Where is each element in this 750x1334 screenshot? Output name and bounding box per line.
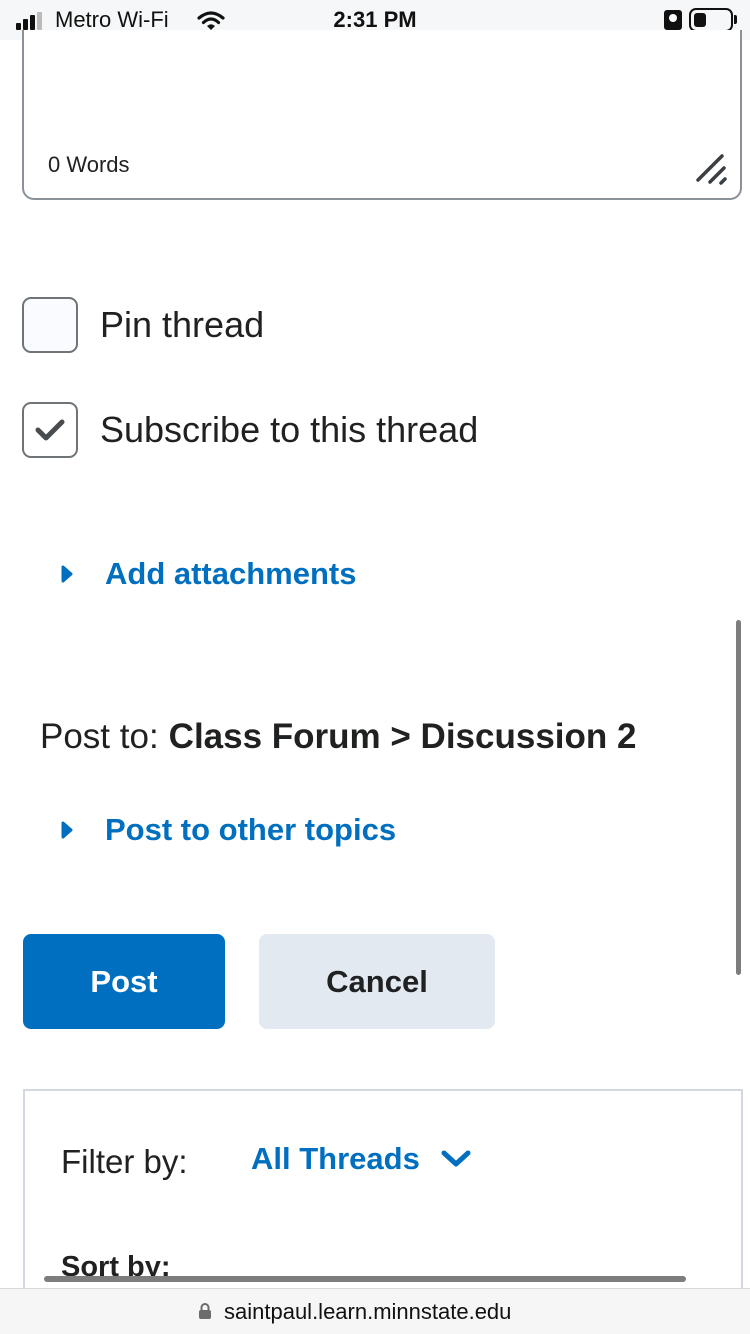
word-count: 0 Words — [48, 152, 130, 177]
pin-thread-label: Pin thread — [100, 304, 265, 345]
add-attachments-link[interactable]: Add attachments — [105, 556, 356, 592]
post-to-other-topics-link[interactable]: Post to other topics — [105, 812, 396, 848]
add-attachments-toggle[interactable]: Add attachments — [60, 556, 356, 592]
vertical-scrollbar[interactable] — [736, 620, 741, 975]
filter-selected-value[interactable]: All Threads — [251, 1141, 420, 1177]
message-editor[interactable]: 0 Words — [22, 30, 742, 200]
checkmark-icon — [35, 419, 65, 441]
subscribe-label: Subscribe to this thread — [100, 409, 479, 450]
post-to-other-topics-toggle[interactable]: Post to other topics — [60, 812, 396, 848]
post-to-destination: Class Forum > Discussion 2 — [168, 717, 637, 756]
subscribe-option[interactable]: Subscribe to this thread — [22, 402, 478, 458]
post-to-line: Post to: Class Forum > Discussion 2 — [40, 717, 636, 757]
post-button[interactable]: Post — [23, 934, 225, 1029]
url-text[interactable]: saintpaul.learn.minnstate.edu — [224, 1299, 511, 1325]
chevron-down-icon[interactable] — [440, 1149, 472, 1169]
cancel-button[interactable]: Cancel — [259, 934, 495, 1029]
filter-dropdown[interactable]: All Threads — [251, 1141, 472, 1177]
filter-label: Filter by: — [61, 1143, 188, 1180]
resize-handle-icon[interactable] — [694, 152, 728, 186]
browser-url-bar[interactable]: saintpaul.learn.minnstate.edu — [0, 1288, 750, 1334]
battery-icon — [689, 8, 733, 32]
battery-cap — [734, 15, 737, 24]
post-to-label: Post to: — [40, 717, 159, 756]
pin-thread-option[interactable]: Pin thread — [22, 297, 264, 353]
caret-right-icon — [61, 821, 73, 839]
caret-right-icon — [61, 565, 73, 583]
orientation-lock-icon — [664, 10, 682, 30]
lock-icon — [199, 1303, 211, 1319]
pin-thread-checkbox[interactable] — [22, 297, 78, 353]
subscribe-checkbox[interactable] — [22, 402, 78, 458]
horizontal-scrollbar[interactable] — [44, 1276, 686, 1282]
